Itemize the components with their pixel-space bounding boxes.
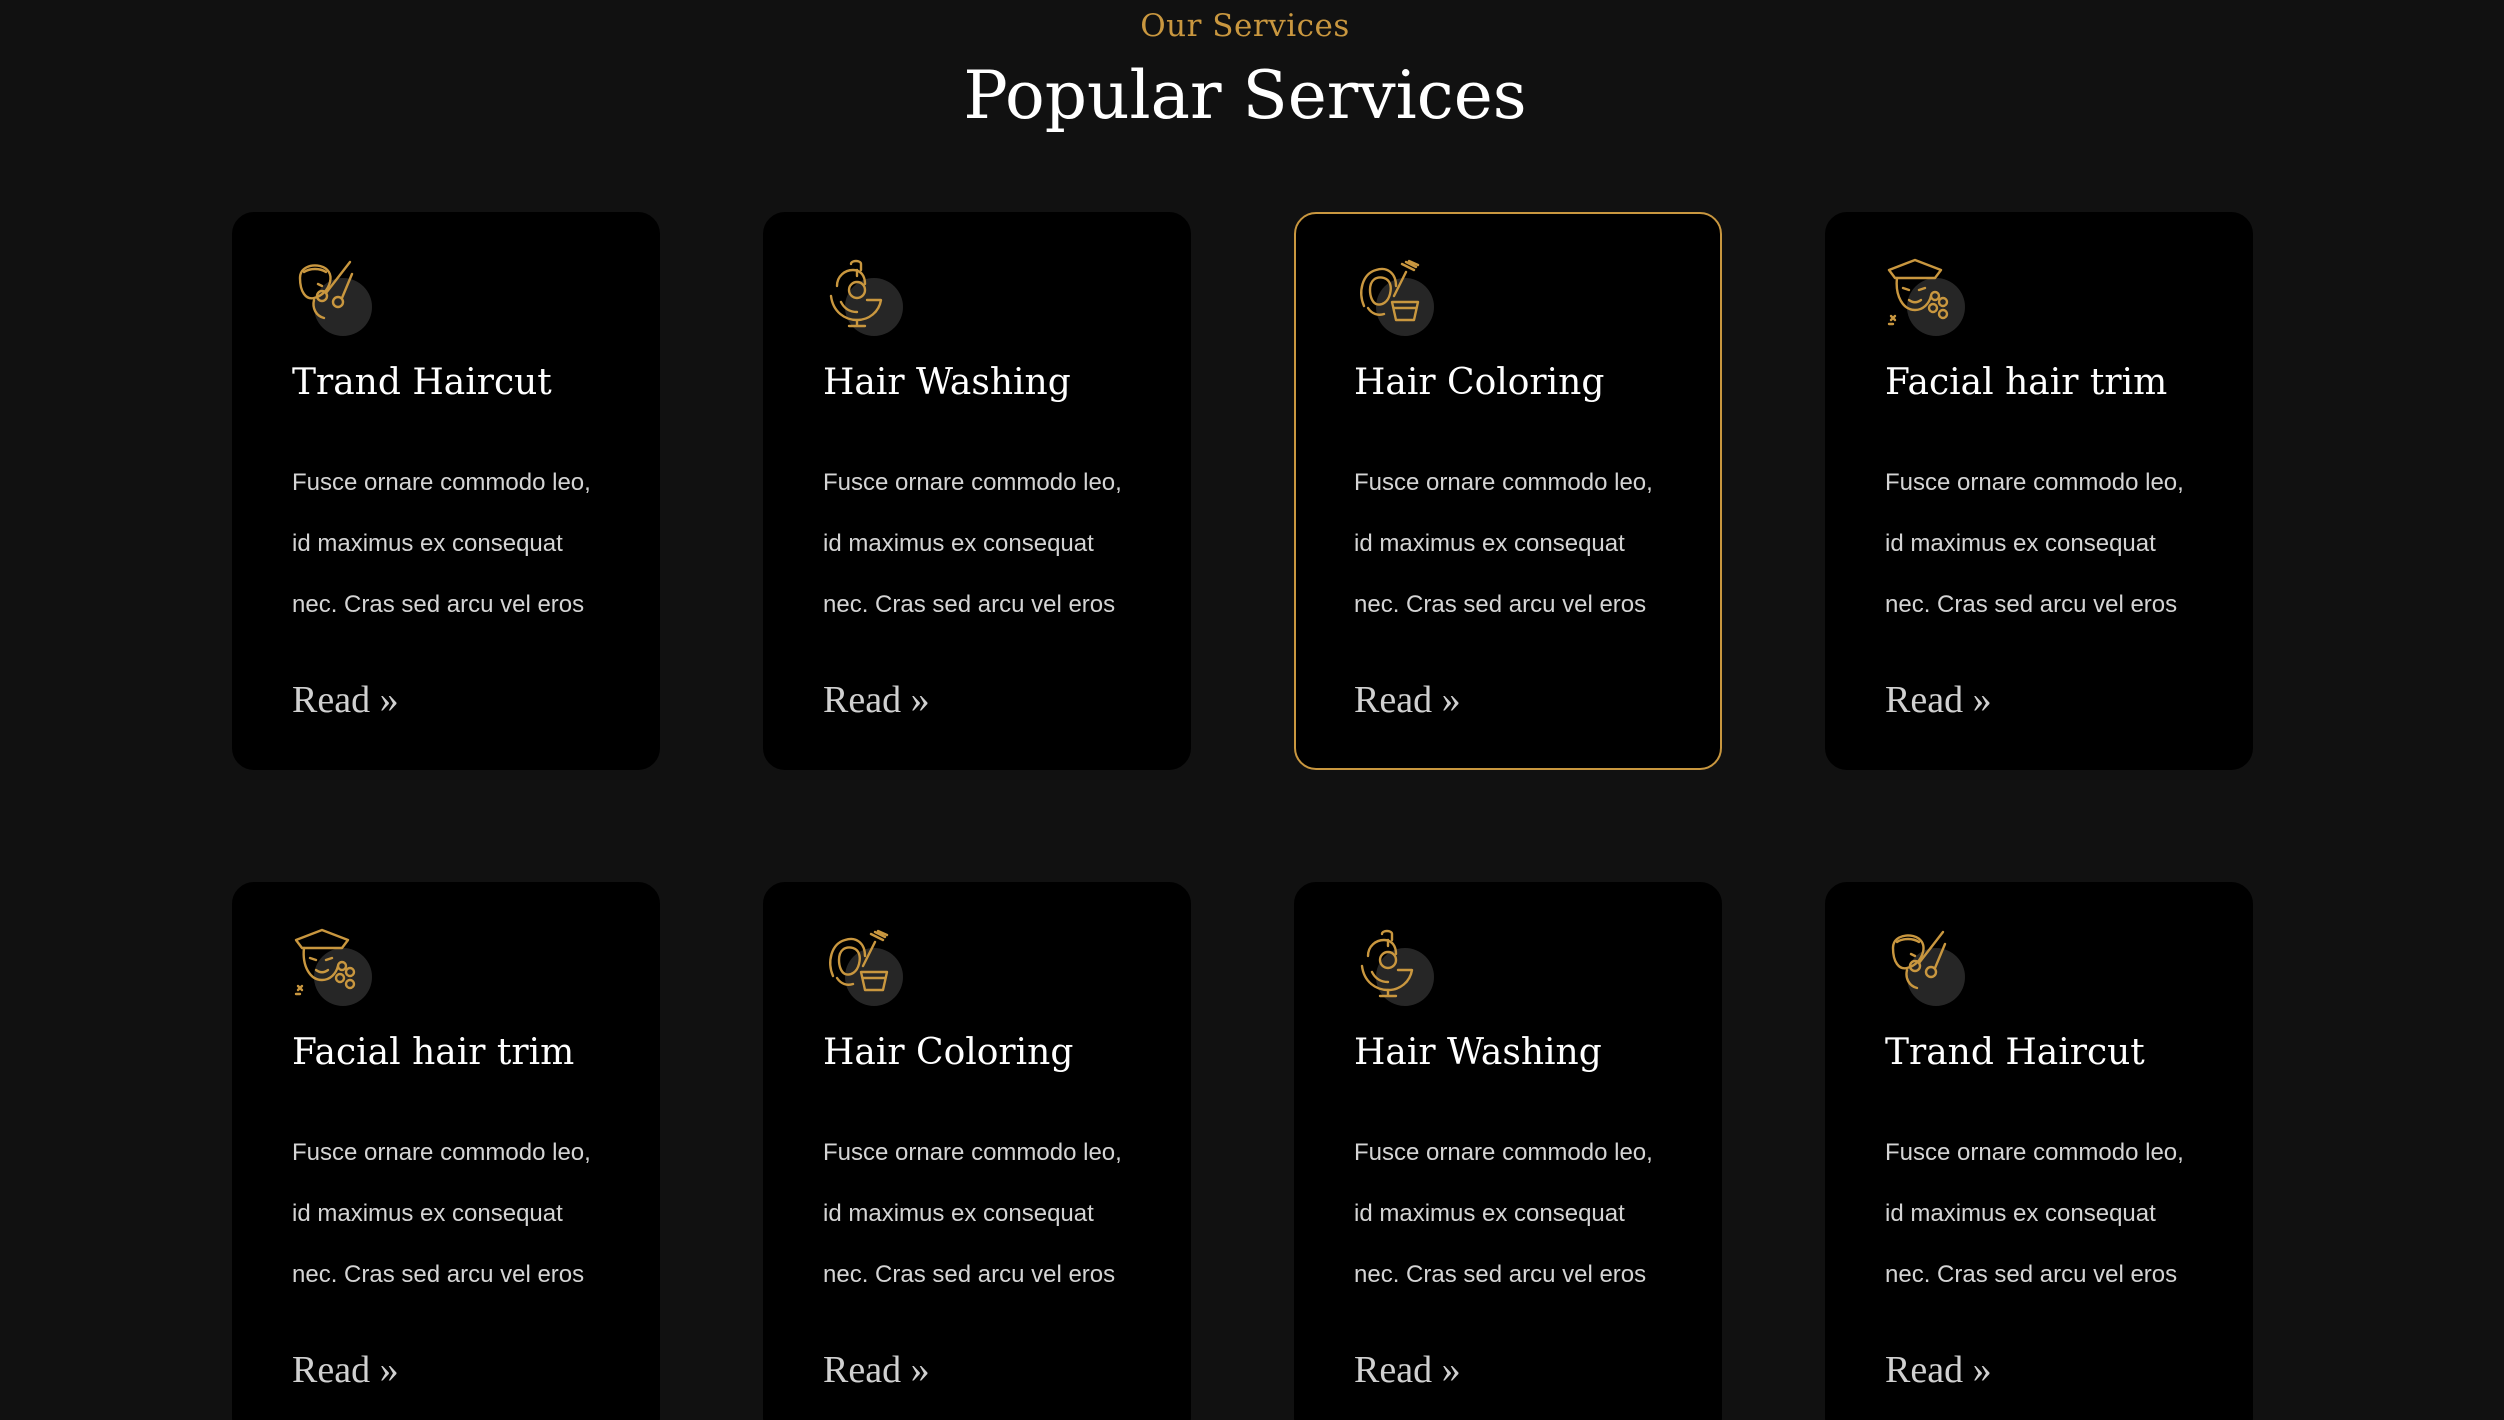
card-title: Hair Coloring (1354, 362, 1605, 403)
hair-coloring-icon (823, 926, 905, 1008)
facial-treatment-icon (292, 926, 374, 1008)
read-more-link[interactable]: Read » (823, 676, 930, 724)
read-more-link[interactable]: Read » (1885, 1346, 1992, 1394)
card-description: Fusce ornare commodo leo, id maximus ex c… (1354, 1139, 1653, 1288)
card-title: Facial hair trim (292, 1032, 575, 1073)
haircut-scissors-icon (1885, 926, 1967, 1008)
card-title: Hair Washing (1354, 1032, 1602, 1073)
card-title: Facial hair trim (1885, 362, 2168, 403)
service-card[interactable]: Trand Haircut Fusce ornare commodo leo, i… (1825, 882, 2253, 1420)
service-card[interactable]: Trand Haircut Fusce ornare commodo leo, i… (232, 212, 660, 770)
card-title: Hair Coloring (823, 1032, 1074, 1073)
card-description: Fusce ornare commodo leo, id maximus ex c… (292, 1139, 591, 1288)
read-more-link[interactable]: Read » (292, 676, 399, 724)
read-more-link[interactable]: Read » (1354, 1346, 1461, 1394)
read-more-link[interactable]: Read » (1354, 676, 1461, 724)
service-card[interactable]: Hair Washing Fusce ornare commodo leo, id… (1294, 882, 1722, 1420)
section-eyebrow: Our Services (1140, 8, 1350, 44)
service-card[interactable]: Hair Coloring Fusce ornare commodo leo, i… (1294, 212, 1722, 770)
card-description: Fusce ornare commodo leo, id maximus ex c… (292, 469, 591, 618)
service-card[interactable]: Facial hair trim Fusce ornare commodo le… (232, 882, 660, 1420)
hair-washing-icon (1354, 926, 1436, 1008)
card-title: Hair Washing (823, 362, 1071, 403)
card-description: Fusce ornare commodo leo, id maximus ex c… (1885, 1139, 2184, 1288)
service-card[interactable]: Hair Washing Fusce ornare commodo leo, id… (763, 212, 1191, 770)
service-card[interactable]: Facial hair trim Fusce ornare commodo le… (1825, 212, 2253, 770)
section-title: Popular Services (963, 57, 1527, 134)
card-title: Trand Haircut (1885, 1032, 2145, 1073)
card-description: Fusce ornare commodo leo, id maximus ex c… (1885, 469, 2184, 618)
haircut-scissors-icon (292, 256, 374, 338)
read-more-link[interactable]: Read » (292, 1346, 399, 1394)
hair-washing-icon (823, 256, 905, 338)
facial-treatment-icon (1885, 256, 1967, 338)
card-description: Fusce ornare commodo leo, id maximus ex c… (823, 1139, 1122, 1288)
read-more-link[interactable]: Read » (1885, 676, 1992, 724)
read-more-link[interactable]: Read » (823, 1346, 930, 1394)
card-description: Fusce ornare commodo leo, id maximus ex c… (1354, 469, 1653, 618)
card-title: Trand Haircut (292, 362, 552, 403)
card-description: Fusce ornare commodo leo, id maximus ex c… (823, 469, 1122, 618)
hair-coloring-icon (1354, 256, 1436, 338)
service-card[interactable]: Hair Coloring Fusce ornare commodo leo, i… (763, 882, 1191, 1420)
